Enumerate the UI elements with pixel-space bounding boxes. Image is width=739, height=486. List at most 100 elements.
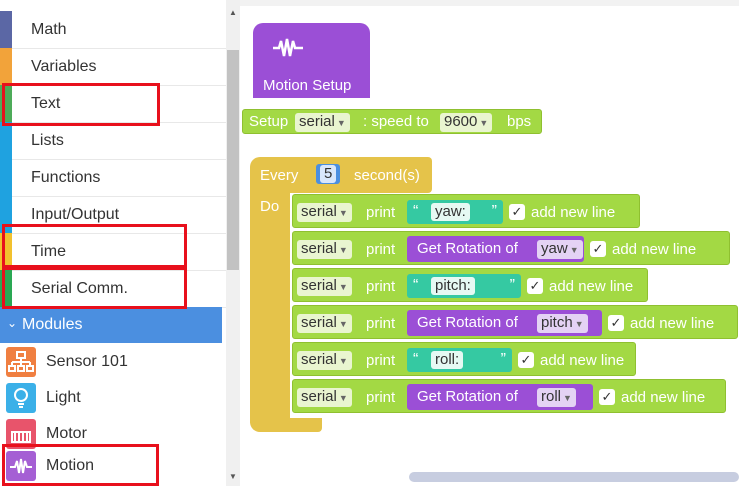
module-label: Light xyxy=(46,389,81,406)
dropdown-arrow-icon: ▼ xyxy=(574,319,584,329)
rotation-axis-value: yaw xyxy=(541,240,568,257)
category-label: Variables xyxy=(31,58,97,75)
scroll-up-arrow-icon[interactable]: ▲ xyxy=(227,6,239,20)
dropdown-arrow-icon: ▼ xyxy=(338,282,348,292)
add-new-line-label: add new line xyxy=(540,352,625,369)
close-quote-icon: ” xyxy=(491,203,497,220)
rotation-axis-dropdown[interactable]: pitch ▼ xyxy=(537,314,588,333)
serial-port-dropdown[interactable]: serial ▼ xyxy=(295,113,350,132)
category-label: Input/Output xyxy=(31,206,120,223)
rotation-axis-value: roll xyxy=(541,388,562,405)
bps-label: bps xyxy=(507,113,532,130)
serial-port-dropdown[interactable]: serial ▼ xyxy=(297,277,352,296)
add-new-line-label: add new line xyxy=(612,241,697,258)
open-quote-icon: “ xyxy=(413,351,419,368)
text-string-block[interactable]: “ yaw: ” xyxy=(407,200,503,224)
every-loop-block[interactable]: Every 5 second(s) xyxy=(250,157,432,193)
newline-checkbox[interactable]: ✓ xyxy=(608,315,624,331)
serial-print-block[interactable]: serial ▼ print “ pitch: ” ✓ add new line xyxy=(292,268,648,302)
print-label: print xyxy=(366,241,396,258)
category-text[interactable]: Text xyxy=(0,85,226,123)
dropdown-arrow-icon: ▼ xyxy=(563,393,572,403)
get-rotation-block[interactable]: Get Rotation of roll ▼ xyxy=(407,384,593,410)
text-string-value[interactable]: roll: xyxy=(431,351,464,369)
get-rotation-label: Get Rotation of xyxy=(417,314,518,331)
close-quote-icon: ” xyxy=(509,277,515,294)
rotation-axis-dropdown[interactable]: yaw ▼ xyxy=(537,240,583,259)
serial-port-value: serial xyxy=(301,203,337,220)
interval-number-block[interactable]: 5 xyxy=(316,164,341,184)
category-variables[interactable]: Variables xyxy=(0,48,226,86)
serial-port-dropdown[interactable]: serial ▼ xyxy=(297,351,352,370)
get-rotation-label: Get Rotation of xyxy=(417,388,518,405)
category-time[interactable]: Time xyxy=(0,233,226,271)
dropdown-arrow-icon: ▼ xyxy=(338,319,348,329)
category-serial-comm[interactable]: Serial Comm. xyxy=(0,270,226,308)
category-color-bar xyxy=(0,233,12,270)
serial-port-dropdown[interactable]: serial ▼ xyxy=(297,203,352,222)
category-functions[interactable]: Functions xyxy=(0,159,226,197)
serial-print-block[interactable]: serial ▼ print Get Rotation of pitch ▼ ✓ add ne… xyxy=(292,305,738,339)
workspace-horizontal-scrollbar[interactable] xyxy=(409,472,739,482)
print-label: print xyxy=(366,204,396,221)
serial-port-dropdown[interactable]: serial ▼ xyxy=(297,240,352,259)
category-input-output[interactable]: Input/Output xyxy=(0,196,226,234)
module-sensor-101[interactable]: Sensor 101 xyxy=(0,344,226,380)
sidebar-scroll-thumb[interactable] xyxy=(227,50,239,270)
seconds-label: second(s) xyxy=(354,167,420,184)
print-label: print xyxy=(366,278,396,295)
dropdown-arrow-icon: ▼ xyxy=(338,393,348,403)
text-string-value[interactable]: yaw: xyxy=(431,203,470,221)
category-color-bar xyxy=(0,11,12,48)
serial-print-block[interactable]: serial ▼ print Get Rotation of yaw ▼ ✓ add new … xyxy=(292,231,730,265)
module-label: Motion xyxy=(46,457,95,474)
newline-checkbox[interactable]: ✓ xyxy=(518,352,534,368)
module-light[interactable]: Light xyxy=(0,380,226,416)
serial-port-dropdown[interactable]: serial ▼ xyxy=(297,388,352,407)
add-new-line-label: add new line xyxy=(621,389,706,406)
text-string-block[interactable]: “ roll: ” xyxy=(407,348,512,372)
sensor-network-icon xyxy=(6,347,36,377)
every-loop-body-spine: Do xyxy=(250,193,290,423)
module-motion[interactable]: Motion xyxy=(0,448,226,484)
category-color-bar xyxy=(0,270,12,307)
baud-rate-dropdown[interactable]: 9600 ▼ xyxy=(440,113,493,132)
module-label: Motor xyxy=(46,425,87,442)
newline-checkbox[interactable]: ✓ xyxy=(590,241,606,257)
print-label: print xyxy=(366,352,396,369)
get-rotation-block[interactable]: Get Rotation of yaw ▼ xyxy=(407,236,584,262)
open-quote-icon: “ xyxy=(413,277,419,294)
newline-checkbox[interactable]: ✓ xyxy=(509,204,525,220)
serial-port-value: serial xyxy=(301,388,337,405)
serial-print-block[interactable]: serial ▼ print “ roll: ” ✓ add new line xyxy=(292,342,636,376)
text-string-value[interactable]: pitch: xyxy=(431,277,475,295)
close-quote-icon: ” xyxy=(500,351,506,368)
dropdown-arrow-icon: ▼ xyxy=(336,118,346,128)
category-label: Math xyxy=(31,21,67,38)
add-new-line-label: add new line xyxy=(549,278,634,295)
category-math[interactable]: Math xyxy=(0,11,226,49)
print-label: print xyxy=(366,315,396,332)
category-lists[interactable]: Lists xyxy=(0,122,226,160)
interval-value[interactable]: 5 xyxy=(320,165,337,183)
motor-icon xyxy=(6,419,36,449)
serial-setup-block[interactable]: Setup serial ▼ : speed to 9600 ▼ bps xyxy=(242,109,542,134)
category-color-bar xyxy=(0,196,12,233)
motion-setup-block[interactable]: Motion Setup xyxy=(253,23,370,98)
serial-port-dropdown[interactable]: serial ▼ xyxy=(297,314,352,333)
scroll-down-arrow-icon[interactable]: ▼ xyxy=(227,470,239,484)
serial-print-block[interactable]: serial ▼ print Get Rotation of roll ▼ ✓ add new… xyxy=(292,379,726,413)
module-motor[interactable]: Motor xyxy=(0,416,226,452)
category-label: Text xyxy=(31,95,61,112)
modules-header-label: Modules xyxy=(22,316,83,333)
newline-checkbox[interactable]: ✓ xyxy=(527,278,543,294)
serial-print-block[interactable]: serial ▼ print “ yaw: ” ✓ add new line xyxy=(292,194,640,228)
get-rotation-block[interactable]: Get Rotation of pitch ▼ xyxy=(407,310,602,336)
lightbulb-icon xyxy=(6,383,36,413)
rotation-axis-dropdown[interactable]: roll ▼ xyxy=(537,388,576,407)
newline-checkbox[interactable]: ✓ xyxy=(599,389,615,405)
modules-header[interactable]: ⌄ Modules xyxy=(0,307,222,343)
dropdown-arrow-icon: ▼ xyxy=(338,356,348,366)
category-label: Serial Comm. xyxy=(31,280,128,297)
text-string-block[interactable]: “ pitch: ” xyxy=(407,274,521,298)
